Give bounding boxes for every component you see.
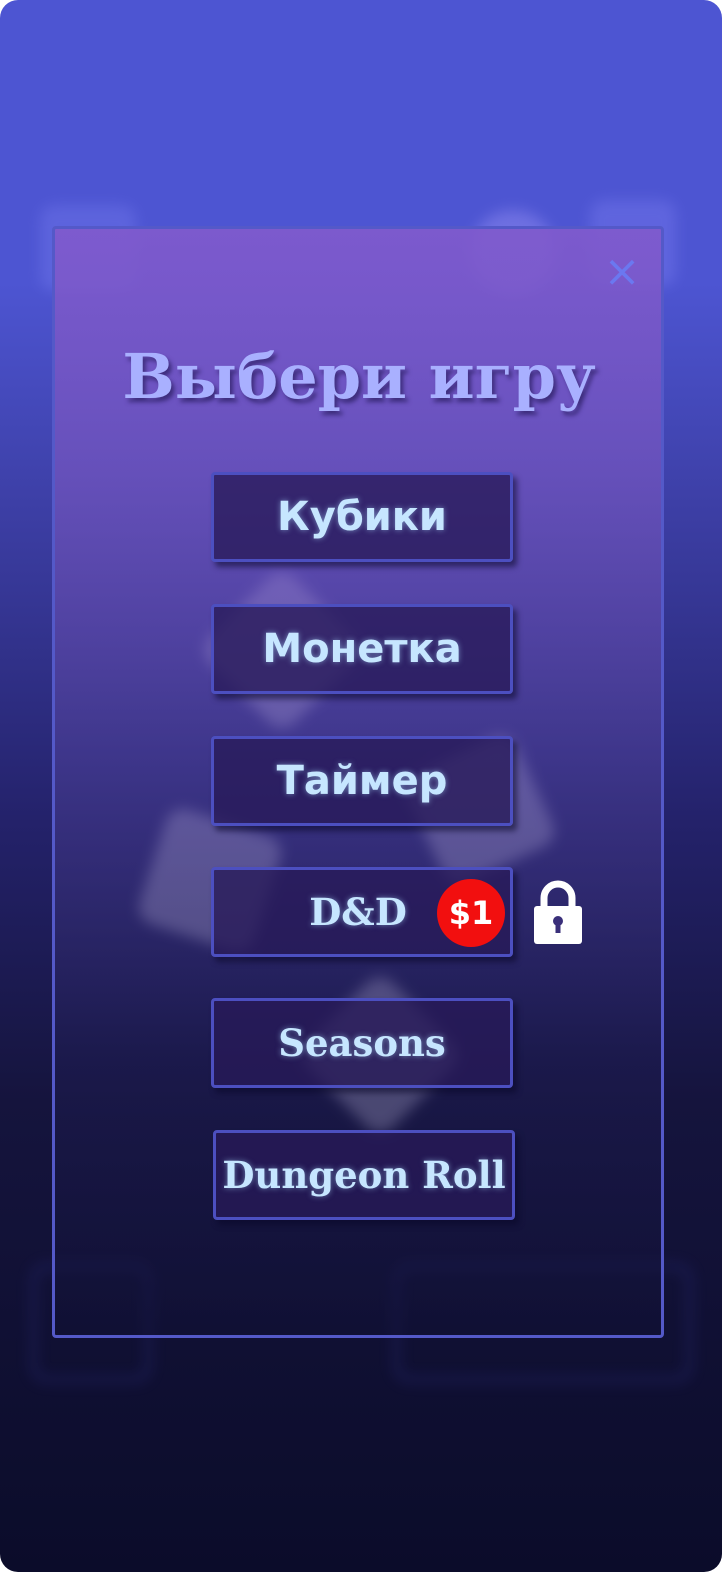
close-icon[interactable]: × bbox=[602, 250, 642, 294]
price-badge: $1 bbox=[437, 879, 505, 947]
game-button-dice[interactable]: Кубики bbox=[211, 472, 513, 562]
game-button-label: D&D bbox=[309, 890, 407, 934]
game-button-label: Dungeon Roll bbox=[222, 1153, 506, 1197]
game-button-dungeon-roll[interactable]: Dungeon Roll bbox=[213, 1130, 515, 1220]
game-button-coin[interactable]: Монетка bbox=[211, 604, 513, 694]
game-button-label: Seasons bbox=[278, 1021, 446, 1065]
app-screen: × Выбери игру Кубики Монетка Таймер D&D … bbox=[0, 0, 722, 1572]
game-button-label: Таймер bbox=[276, 758, 448, 804]
dialog-title: Выбери игру bbox=[122, 340, 596, 413]
game-button-seasons[interactable]: Seasons bbox=[211, 998, 513, 1088]
game-button-timer[interactable]: Таймер bbox=[211, 736, 513, 826]
lock-icon bbox=[534, 880, 582, 944]
game-button-label: Кубики bbox=[277, 494, 447, 540]
game-button-label: Монетка bbox=[262, 626, 462, 672]
